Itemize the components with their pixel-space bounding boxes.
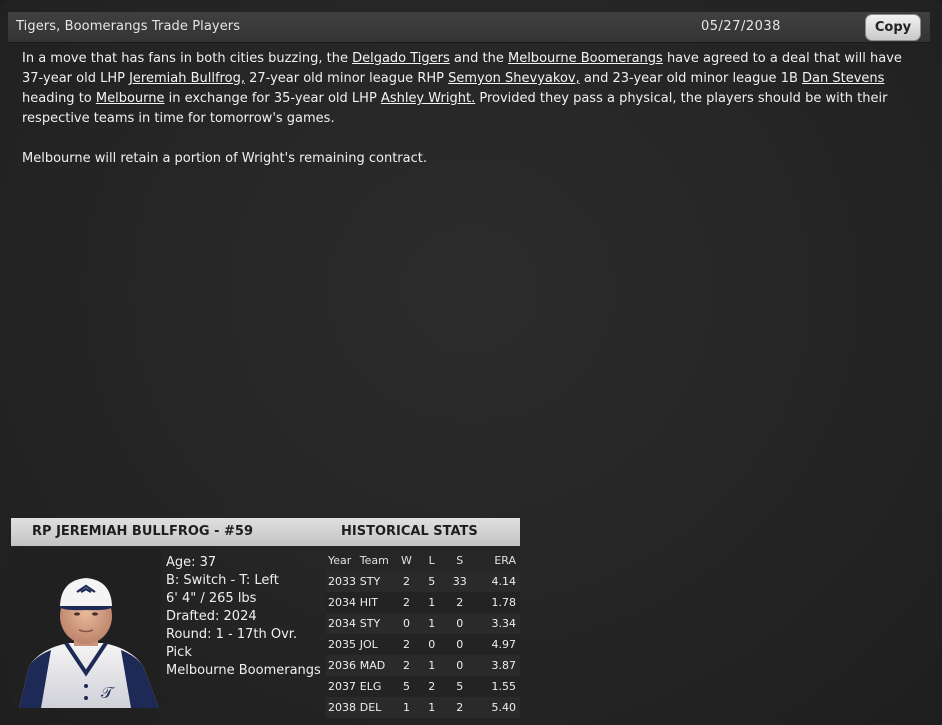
stat-saves: 33 <box>452 575 467 588</box>
article-header-bar: Tigers, Boomerangs Trade Players 05/27/2… <box>8 12 930 43</box>
stat-era: 4.14 <box>491 575 517 588</box>
stat-wins: 2 <box>402 575 410 588</box>
stat-team[interactable]: STY <box>359 571 396 592</box>
stat-losses: 1 <box>428 701 436 714</box>
stat-team[interactable]: HIT <box>359 592 396 613</box>
stat-saves: 0 <box>456 617 464 630</box>
stat-team[interactable]: ELG <box>359 676 396 697</box>
col-losses: L <box>428 554 435 567</box>
stat-saves: 0 <box>456 659 464 672</box>
col-year: Year <box>328 554 352 567</box>
historical-stats-title: HISTORICAL STATS <box>341 524 478 539</box>
stat-team[interactable]: STY <box>359 613 396 634</box>
stat-year: 2035 <box>328 638 356 651</box>
stat-team[interactable]: DEL <box>359 697 396 718</box>
stats-row: 2035 JOL 2 0 0 4.97 <box>326 634 520 655</box>
player-height-weight: 6' 4" / 265 lbs <box>166 591 257 606</box>
player-drafted: Drafted: 2024 <box>166 609 257 624</box>
stat-losses: 5 <box>428 575 436 588</box>
stat-era: 3.87 <box>491 659 517 672</box>
stat-era: 5.40 <box>491 701 517 714</box>
player-bats-throws: B: Switch - T: Left <box>166 573 279 588</box>
stat-wins: 5 <box>402 680 410 693</box>
stat-losses: 0 <box>428 638 436 651</box>
article-text: In a move that has fans in both cities b… <box>22 51 353 66</box>
stats-row: 2036 MAD 2 1 0 3.87 <box>326 655 520 676</box>
link-jeremiah-bullfrog[interactable]: Jeremiah Bullfrog, <box>129 71 245 86</box>
stat-saves: 5 <box>456 680 464 693</box>
stat-team[interactable]: MAD <box>359 655 396 676</box>
stat-wins: 0 <box>402 617 410 630</box>
article-date: 05/27/2038 <box>701 19 781 34</box>
stats-row: 2037 ELG 5 2 5 1.55 <box>326 676 520 697</box>
player-age: Age: 37 <box>166 555 217 570</box>
stat-wins: 2 <box>402 596 410 609</box>
article-text: in exchange for 35-year old LHP <box>164 91 381 106</box>
stat-era: 1.55 <box>491 680 517 693</box>
stats-header-row: Year Team W L S ERA <box>326 550 520 571</box>
stats-row: 2033 STY 2 5 33 4.14 <box>326 571 520 592</box>
stat-losses: 1 <box>428 617 436 630</box>
historical-stats-table: Year Team W L S ERA 2033 STY 2 5 33 4.14 2034 H… <box>326 550 520 718</box>
stats-row: 2038 DEL 1 1 2 5.40 <box>326 697 520 718</box>
stats-row: 2034 STY 0 1 0 3.34 <box>326 613 520 634</box>
stat-era: 1.78 <box>491 596 517 609</box>
player-team[interactable]: Melbourne Boomerangs <box>166 662 326 680</box>
link-melbourne[interactable]: Melbourne <box>96 91 165 106</box>
article-paragraph: Melbourne will retain a portion of Wrigh… <box>22 151 427 166</box>
stat-wins: 2 <box>402 638 410 651</box>
stat-saves: 2 <box>456 596 464 609</box>
stat-year: 2034 <box>328 596 356 609</box>
stat-losses: 1 <box>428 596 436 609</box>
stat-year: 2036 <box>328 659 356 672</box>
link-delgado-tigers[interactable]: Delgado Tigers <box>352 51 450 66</box>
stat-year: 2033 <box>328 575 356 588</box>
col-era: ERA <box>494 554 516 567</box>
news-article-window: Tigers, Boomerangs Trade Players 05/27/2… <box>0 0 942 725</box>
stat-saves: 2 <box>456 701 464 714</box>
stat-losses: 2 <box>428 680 436 693</box>
stat-year: 2037 <box>328 680 356 693</box>
col-saves: S <box>456 554 464 567</box>
player-portrait-icon: 𝒯 <box>19 578 159 708</box>
article-text: and 23-year old minor league 1B <box>579 71 803 86</box>
article-body: In a move that has fans in both cities b… <box>22 49 912 189</box>
stat-wins: 1 <box>402 701 410 714</box>
stat-era: 4.97 <box>491 638 517 651</box>
article-paragraph: In a move that has fans in both cities b… <box>22 49 912 129</box>
stat-year: 2038 <box>328 701 356 714</box>
stat-year: 2034 <box>328 617 356 630</box>
stats-row: 2034 HIT 2 1 2 1.78 <box>326 592 520 613</box>
link-semyon-shevyakov[interactable]: Semyon Shevyakov, <box>448 71 580 86</box>
player-draft-round: Round: 1 - 17th Ovr. Pick <box>166 627 298 660</box>
article-text: 27-year old minor league RHP <box>244 71 449 86</box>
player-card-header: RP JEREMIAH BULLFROG - #59 HISTORICAL ST… <box>11 518 520 546</box>
stat-team[interactable]: JOL <box>359 634 396 655</box>
link-ashley-wright[interactable]: Ashley Wright. <box>381 91 475 106</box>
stat-wins: 2 <box>402 659 410 672</box>
link-dan-stevens[interactable]: Dan Stevens <box>802 71 884 86</box>
article-text: and the <box>449 51 508 66</box>
player-portrait[interactable]: 𝒯 <box>11 548 161 708</box>
col-team: Team <box>359 554 389 567</box>
stat-losses: 1 <box>428 659 436 672</box>
stat-era: 3.34 <box>491 617 517 630</box>
stat-saves: 0 <box>456 638 464 651</box>
col-wins: W <box>401 554 412 567</box>
player-card-title[interactable]: RP JEREMIAH BULLFROG - #59 <box>32 524 253 539</box>
copy-button[interactable]: Copy <box>865 14 921 41</box>
article-headline: Tigers, Boomerangs Trade Players <box>16 19 241 34</box>
link-melbourne-boomerangs[interactable]: Melbourne Boomerangs <box>508 51 663 66</box>
article-text: heading to <box>22 91 96 106</box>
player-bio: Age: 37 B: Switch - T: Left 6' 4" / 265 … <box>166 554 326 680</box>
